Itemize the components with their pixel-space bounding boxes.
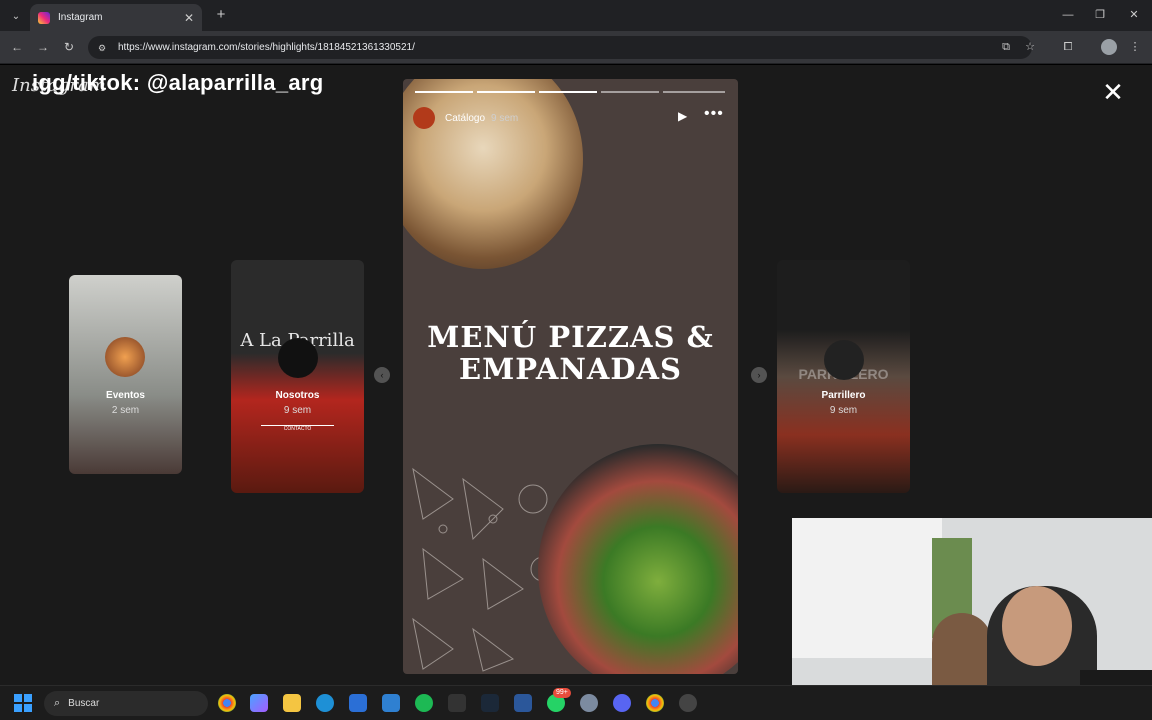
progress-segment xyxy=(663,91,725,93)
back-button[interactable]: ← xyxy=(8,38,26,56)
highlight-card-parrillero[interactable]: PARRILLERO Parrillero 9 sem xyxy=(777,260,910,493)
store-icon[interactable] xyxy=(349,694,367,712)
story-title-line1: MENÚ PIZZAS & xyxy=(427,320,714,354)
close-window-button[interactable]: ✕ xyxy=(1124,6,1144,24)
bookmark-star-icon[interactable]: ☆ xyxy=(1021,38,1039,56)
contact-caption: CONTACTO xyxy=(261,425,334,432)
story-header: Catálogo 9 sem xyxy=(413,107,518,129)
minimize-button[interactable]: — xyxy=(1058,6,1078,24)
windows-start-icon[interactable] xyxy=(14,694,32,712)
highlight-time: 2 sem xyxy=(111,405,140,416)
address-bar: ← → ↻ ⚙ https://www.instagram.com/storie… xyxy=(0,31,1152,64)
instagram-favicon-icon xyxy=(38,11,50,24)
steam-icon[interactable] xyxy=(481,694,499,712)
highlight-label: Eventos xyxy=(106,390,145,401)
highlight-card-eventos[interactable]: Eventos 2 sem xyxy=(69,275,182,474)
site-info-icon[interactable]: ⚙ xyxy=(98,42,110,54)
obs-icon[interactable] xyxy=(679,694,697,712)
progress-segment xyxy=(415,91,473,93)
install-app-icon[interactable]: ⧉ xyxy=(997,38,1015,56)
word-icon[interactable] xyxy=(514,694,532,712)
discord-icon[interactable] xyxy=(613,694,631,712)
taskbar-search[interactable]: ⌕ Buscar xyxy=(44,691,208,716)
previous-story-arrow[interactable]: ‹ xyxy=(374,367,390,383)
tab-strip: ⌄ Instagram ✕ + — ❐ ✕ xyxy=(0,0,1152,31)
profile-avatar[interactable] xyxy=(1101,39,1117,55)
webcam-window-background xyxy=(792,518,942,658)
tab-title: Instagram xyxy=(58,12,103,23)
edge-icon[interactable] xyxy=(316,694,334,712)
vscode-icon[interactable] xyxy=(382,694,400,712)
webcam-person-right-head xyxy=(1002,586,1072,666)
next-story-arrow[interactable]: › xyxy=(751,367,767,383)
copilot-icon[interactable] xyxy=(250,694,268,712)
maximize-button[interactable]: ❐ xyxy=(1090,6,1110,24)
whatsapp-notification-badge: 99+ xyxy=(553,688,571,698)
spotify-icon[interactable] xyxy=(415,694,433,712)
url-text: https://www.instagram.com/stories/highli… xyxy=(118,42,415,53)
highlight-time: 9 sem xyxy=(829,405,858,416)
search-placeholder: Buscar xyxy=(68,698,100,709)
epic-games-icon[interactable] xyxy=(448,694,466,712)
forward-button[interactable]: → xyxy=(34,38,52,56)
progress-segment xyxy=(539,91,597,93)
story-username[interactable]: Catálogo xyxy=(445,113,485,124)
file-explorer-icon[interactable] xyxy=(283,694,301,712)
story-title: MENÚ PIZZAS & EMPANADAS xyxy=(403,321,738,385)
new-tab-button[interactable]: + xyxy=(212,6,230,24)
progress-segment xyxy=(601,91,659,93)
close-tab-icon[interactable]: ✕ xyxy=(184,11,194,25)
tab-search-button[interactable]: ⌄ xyxy=(6,6,26,26)
play-icon[interactable]: ▶ xyxy=(678,109,687,123)
story-title-line2: EMPANADAS xyxy=(458,352,682,386)
chrome-profile-icon[interactable] xyxy=(646,694,664,712)
avatar[interactable] xyxy=(413,107,435,129)
more-options-icon[interactable]: ••• xyxy=(704,105,724,123)
browser-menu-icon[interactable]: ⋮ xyxy=(1126,38,1144,56)
close-icon[interactable]: ✕ xyxy=(1100,79,1126,105)
story-frame[interactable]: Catálogo 9 sem ▶ ••• MENÚ PIZZAS & EMPAN… xyxy=(403,79,738,674)
search-icon: ⌕ xyxy=(54,697,61,709)
tab-instagram[interactable]: Instagram ✕ xyxy=(30,4,202,31)
taskbar: ⌕ Buscar xyxy=(0,685,1152,720)
highlight-card-nosotros[interactable]: A La Parrilla Nosotros 9 sem CONTACTO xyxy=(231,260,364,493)
chrome-icon[interactable] xyxy=(218,694,236,712)
progress-segment xyxy=(477,91,535,93)
story-age: 9 sem xyxy=(491,112,519,124)
url-field[interactable]: ⚙ https://www.instagram.com/stories/high… xyxy=(88,36,1032,59)
highlight-label: Parrillero xyxy=(821,390,866,401)
highlight-label: Nosotros xyxy=(275,390,320,401)
avatar xyxy=(105,337,145,377)
reload-button[interactable]: ↻ xyxy=(60,38,78,56)
avatar xyxy=(278,338,318,378)
highlight-time: 9 sem xyxy=(283,405,312,416)
avatar xyxy=(824,340,864,380)
video-overlay-handle: igg/tiktok: @alaparrilla_arg xyxy=(32,70,324,95)
r-app-icon[interactable] xyxy=(580,694,598,712)
extensions-icon[interactable]: ⧠ xyxy=(1059,38,1077,56)
